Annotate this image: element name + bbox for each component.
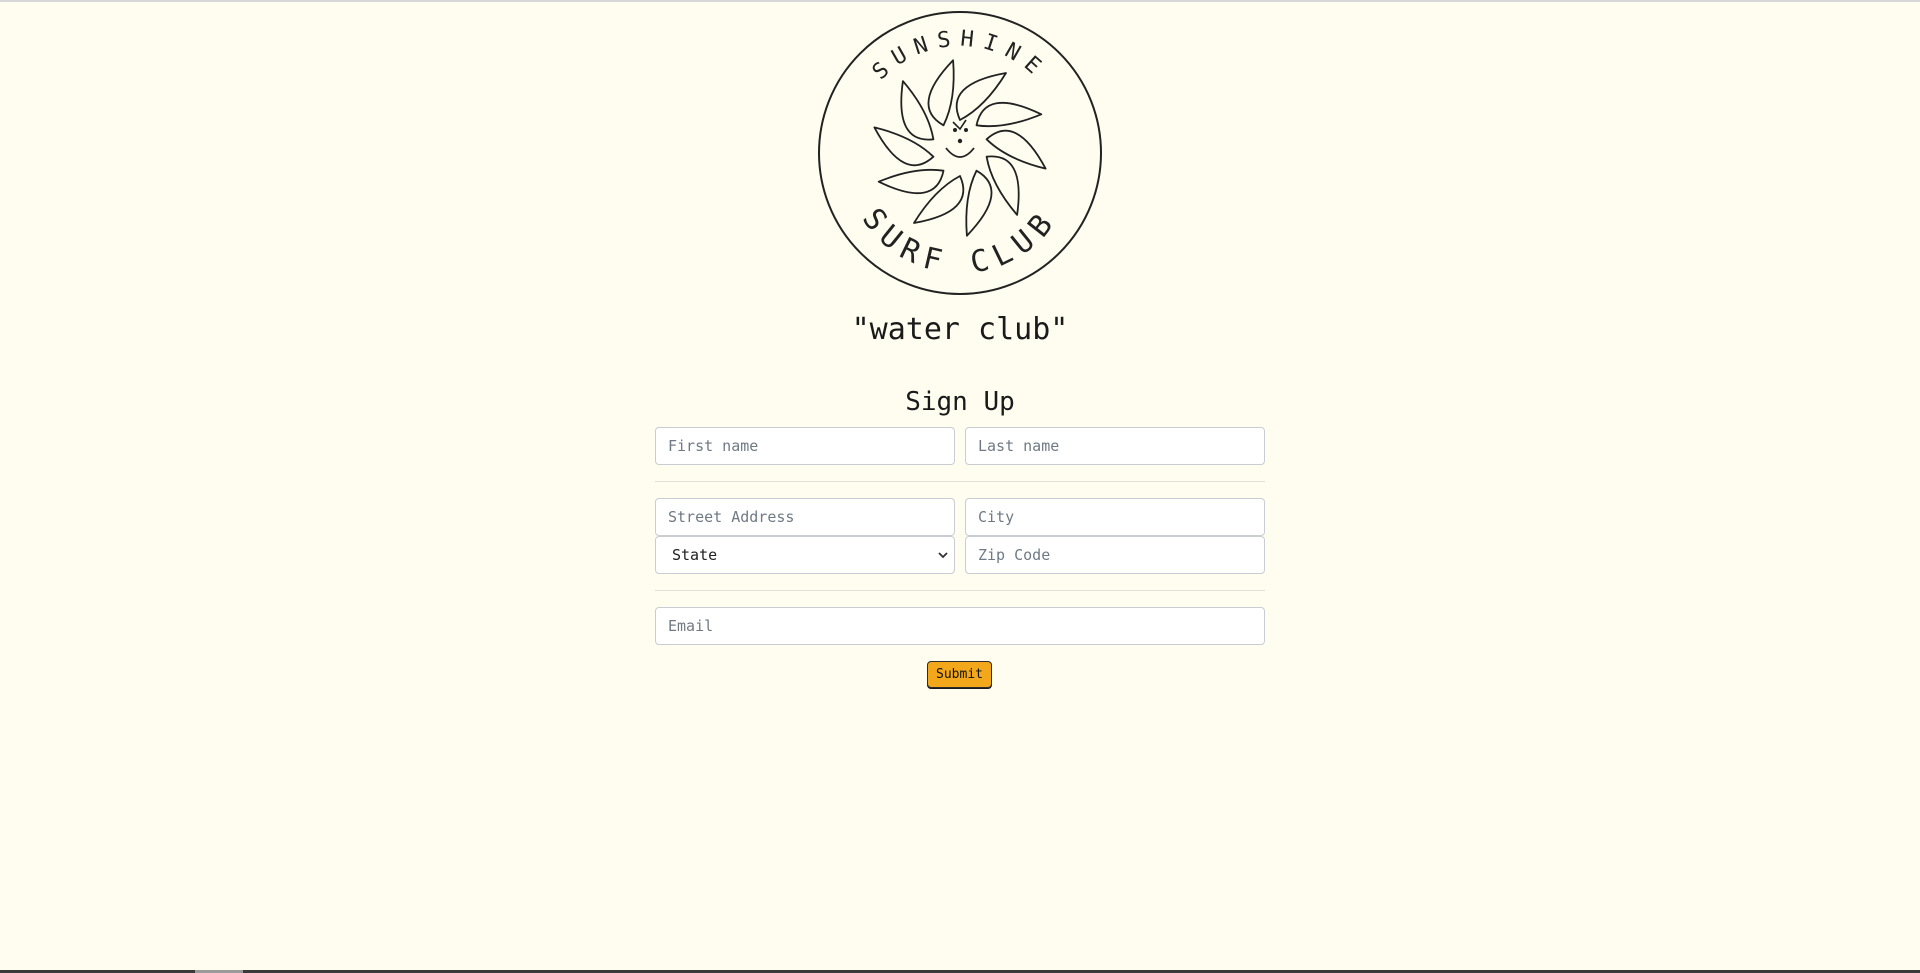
top-border [0,0,1920,2]
sun-petal [975,101,1043,128]
sun-petal [877,168,945,195]
street-address-input[interactable] [655,498,955,536]
svg-text:SUNSHINE: SUNSHINE [868,27,1052,86]
submit-button[interactable]: Submit [927,661,992,688]
last-name-input[interactable] [965,427,1265,465]
sun-petal [873,126,935,167]
zip-code-input[interactable] [965,536,1265,574]
first-name-input[interactable] [655,427,955,465]
state-select[interactable]: State [655,536,955,574]
divider [655,590,1265,591]
email-input[interactable] [655,607,1265,645]
sun-petal [985,155,1020,216]
tagline: "water club" [851,312,1069,347]
divider [655,481,1265,482]
sun-petal [900,80,935,141]
city-input[interactable] [965,498,1265,536]
sun-petal [927,59,955,127]
sunshine-surf-club-logo: SUNSHINE SURF CLUB [818,11,1102,295]
sun-petal [985,129,1047,170]
form-title: Sign Up [905,387,1015,417]
sun-petal [965,169,993,237]
svg-text:SURF CLUB: SURF CLUB [855,202,1065,281]
